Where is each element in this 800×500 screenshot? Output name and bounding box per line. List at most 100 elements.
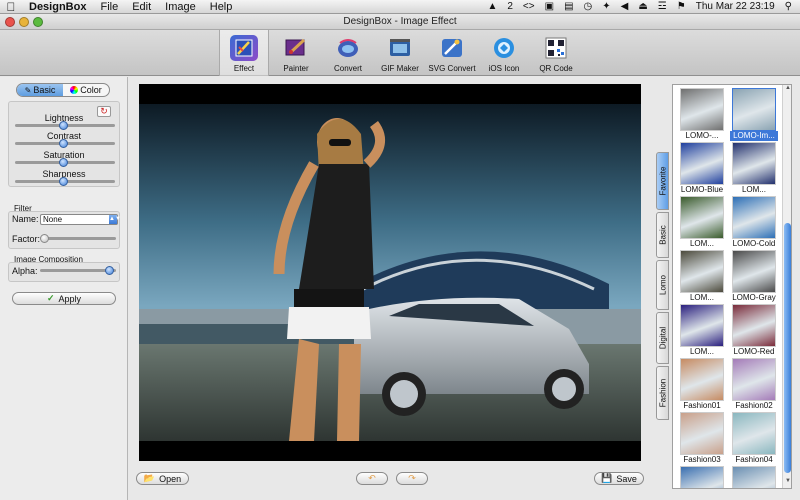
redo-button[interactable]: ↷ <box>396 472 428 485</box>
preview-image <box>139 104 641 441</box>
tab-color[interactable]: Color <box>63 84 109 96</box>
time-machine-icon[interactable]: ◷ <box>584 1 593 12</box>
tool-effect[interactable]: Effect <box>219 30 269 76</box>
effect-thumbnail[interactable]: Fashion04 <box>730 412 778 466</box>
scrollbar-thumb[interactable] <box>784 223 791 473</box>
sharpness-slider-knob[interactable] <box>59 177 68 186</box>
dashboard-icon[interactable]: ▣ <box>545 1 554 12</box>
tool-gif-maker[interactable]: GIF Maker <box>375 30 425 76</box>
undo-icon: ↶ <box>368 473 376 483</box>
qr-code-icon <box>542 35 570 61</box>
effect-thumbnail[interactable]: LOMO-Gray <box>730 250 778 304</box>
edit-menu[interactable]: Edit <box>125 1 158 13</box>
effect-thumbnail[interactable]: Fashion02 <box>730 358 778 412</box>
effect-thumbnail[interactable]: LOMO-Red <box>730 304 778 358</box>
effect-thumbnail[interactable]: LOM... <box>678 196 726 250</box>
tab-fashion[interactable]: Fashion <box>656 366 669 420</box>
tool-convert[interactable]: Convert <box>323 30 373 76</box>
gif-maker-icon <box>386 35 414 61</box>
zoom-window-icon[interactable] <box>33 17 43 27</box>
save-icon: 💾 <box>601 473 613 483</box>
filter-name-label: Name: <box>12 214 39 224</box>
thumbnail-scrollbar[interactable]: ▲ ▼ <box>782 85 791 488</box>
effect-thumbnail-label: LOMO-Cold <box>732 239 776 248</box>
effect-thumbnail-image <box>732 412 776 455</box>
effect-thumbnail[interactable]: LOM... <box>730 142 778 196</box>
tool-qr-code-label: QR Code <box>539 64 573 73</box>
apple-menu-icon[interactable]:  <box>0 0 22 14</box>
effect-thumbnail-label: LOMO-Blue <box>680 185 724 194</box>
tab-basic[interactable]: ✎ Basic <box>17 84 63 96</box>
tab-basic-label: Basic <box>33 85 56 95</box>
volume-icon[interactable]: ◀ <box>621 1 629 12</box>
saturation-slider-knob[interactable] <box>59 158 68 167</box>
image-menu[interactable]: Image <box>158 1 203 13</box>
factor-slider-knob[interactable] <box>40 234 49 243</box>
effect-thumbnail[interactable]: LOMO-Im... <box>730 88 778 142</box>
tool-qr-code[interactable]: QR Code <box>531 30 581 76</box>
effect-thumbnail-image <box>680 250 724 293</box>
scroll-down-icon[interactable]: ▼ <box>783 478 791 487</box>
spaces-icon[interactable]: ▤ <box>564 1 573 12</box>
alpha-slider-knob[interactable] <box>105 266 114 275</box>
undo-button[interactable]: ↶ <box>356 472 388 485</box>
tab-digital[interactable]: Digital <box>656 312 669 364</box>
image-canvas[interactable] <box>139 84 641 461</box>
open-button[interactable]: 📂 Open <box>136 472 189 485</box>
lightness-slider-knob[interactable] <box>59 121 68 130</box>
effect-thumbnail-label: Fashion04 <box>735 455 773 464</box>
tab-favorite-label: Favorite <box>658 166 667 196</box>
chevron-updown-icon: ▲▼ <box>109 215 121 224</box>
flag-icon[interactable]: ⚑ <box>677 1 686 12</box>
window-controls <box>5 17 43 27</box>
svg-convert-icon <box>438 35 466 61</box>
effect-thumbnail[interactable]: LOM... <box>678 250 726 304</box>
factor-slider[interactable] <box>42 237 116 240</box>
app-menu[interactable]: DesignBox <box>22 1 93 13</box>
adjustment-panel: ✎ Basic Color ↻ Lightness Contrast Satur… <box>0 77 128 500</box>
file-menu[interactable]: File <box>93 1 125 13</box>
scroll-up-icon[interactable]: ▲ <box>783 85 791 94</box>
tab-basic-effects[interactable]: Basic <box>656 212 669 258</box>
effect-thumbnail[interactable]: LOM... <box>678 304 726 358</box>
minimize-window-icon[interactable] <box>19 17 29 27</box>
tool-painter[interactable]: Painter <box>271 30 321 76</box>
tab-favorite[interactable]: Favorite <box>656 152 669 210</box>
effect-thumbnail[interactable]: LOMO-Cold <box>730 196 778 250</box>
effect-thumbnail[interactable]: LOMO-... <box>678 88 726 142</box>
tool-painter-label: Painter <box>283 64 309 73</box>
spotlight-icon[interactable]: ⚲ <box>785 1 792 12</box>
tool-effect-label: Effect <box>233 64 255 73</box>
bluetooth-icon[interactable]: ✦ <box>602 1 610 12</box>
code-icon[interactable]: <> <box>523 1 535 12</box>
save-button[interactable]: 💾 Save <box>594 472 644 485</box>
effect-thumbnail[interactable] <box>730 466 778 488</box>
effect-thumbnail-image <box>680 88 724 131</box>
menu-clock[interactable]: Thu Mar 22 23:19 <box>696 1 775 12</box>
convert-icon <box>334 35 362 61</box>
eject-icon[interactable]: ⏏ <box>638 1 647 12</box>
basic-color-segmented-control: ✎ Basic Color <box>16 83 110 97</box>
contrast-slider-knob[interactable] <box>59 139 68 148</box>
effect-thumbnail[interactable]: LOMO-Blue <box>678 142 726 196</box>
tool-svg-convert[interactable]: SVG Convert <box>427 30 477 76</box>
adobe-icon[interactable]: ▲ <box>487 1 497 12</box>
wifi-icon[interactable]: ☲ <box>658 1 667 12</box>
effect-thumbnail-image <box>732 142 776 185</box>
tab-digital-label: Digital <box>658 326 667 350</box>
effect-thumbnail-label: LOMO-... <box>685 131 719 140</box>
alpha-label: Alpha: <box>12 266 38 276</box>
effect-thumbnail-image <box>732 466 776 488</box>
window-title: DesignBox - Image Effect <box>343 16 457 27</box>
effect-thumbnail[interactable]: Fashion03 <box>678 412 726 466</box>
tool-ios-icon[interactable]: iOS Icon <box>479 30 529 76</box>
effect-thumbnail[interactable] <box>678 466 726 488</box>
filter-name-select[interactable]: None ▲▼ <box>40 214 121 225</box>
help-menu[interactable]: Help <box>203 1 240 13</box>
apply-button[interactable]: ✓ Apply <box>12 292 116 305</box>
tab-fashion-label: Fashion <box>658 378 667 408</box>
effect-thumbnail-label: LOMO-Red <box>733 347 775 356</box>
effect-thumbnail[interactable]: Fashion01 <box>678 358 726 412</box>
close-window-icon[interactable] <box>5 17 15 27</box>
tab-lomo[interactable]: Lomo <box>656 260 669 310</box>
